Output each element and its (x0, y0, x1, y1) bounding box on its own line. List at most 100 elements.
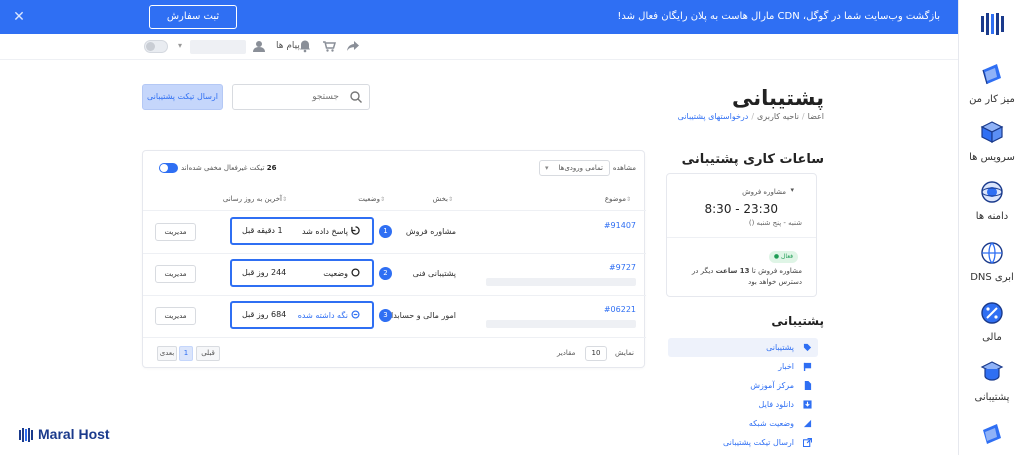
ticket-status: نگه داشته شده (298, 310, 360, 320)
ticket-id-link[interactable]: #91407 (604, 221, 636, 230)
status-highlight-box: پاسخ داده شد 1 دقیقه قبل (230, 217, 374, 245)
breadcrumb: اعضا/ناحیه کاربری/درخواستهای پشتیبانی (677, 112, 824, 121)
support-menu: پشتیبانی اخبار مرکز آموزش دانلود فایل وض… (668, 338, 818, 452)
sidebar-item-domains[interactable]: دامنه ها (959, 177, 1024, 223)
sidebar-item-finance[interactable]: مالی (959, 298, 1024, 344)
availability-note: مشاوره فروش تا 13 ساعت دیگر در دسترس خوا… (691, 267, 802, 286)
dns-icon (981, 242, 1003, 264)
items-label: مقادیر (557, 349, 576, 357)
support-menu-item-network-status[interactable]: وضعیت شبکه (668, 414, 818, 433)
hours-time: 8:30 - 23:30 (704, 202, 779, 216)
banner-message: بازگشت وب‌سایت شما در گوگل، CDN مارال ها… (617, 11, 940, 22)
main-sidebar: میز کار من سرویس ها دامنه ها DNS ابری ما… (958, 0, 1024, 455)
send-ticket-button[interactable]: ارسال تیکت پشتیبانی (142, 84, 223, 110)
dashboard-icon (982, 64, 1001, 85)
globe-icon (981, 181, 1003, 203)
column-header-subject[interactable]: ⇕موضوع (605, 195, 634, 203)
caret-down-icon[interactable]: ▾ (790, 186, 794, 194)
finance-icon (981, 302, 1003, 324)
view-label: مشاهده (612, 164, 636, 172)
ticket-id-link[interactable]: #06221 (604, 305, 636, 314)
sidebar-item-services[interactable]: سرویس ها (959, 118, 1024, 164)
maral-host-logo-icon[interactable] (978, 10, 1006, 38)
user-icon[interactable] (252, 39, 266, 53)
table-row[interactable]: #91407 مشاوره فروش 1 پاسخ داده شد 1 دقیق… (143, 212, 646, 254)
search-icon[interactable] (349, 90, 363, 104)
promo-banner: ✕ ثبت سفارش بازگشت وب‌سایت شما در گوگل، … (0, 0, 958, 34)
tickets-table-header: ⇕موضوع ⇕بخش ⇕وضعیت ⇕آخرین به روز رسانی (143, 189, 646, 211)
sidebar-item-more[interactable] (959, 420, 1024, 454)
messages-link[interactable]: پیام ها (276, 41, 300, 51)
support-menu-item-support[interactable]: پشتیبانی (668, 338, 818, 357)
ticket-id-link[interactable]: #9727 (609, 263, 636, 272)
sidebar-item-dashboard[interactable]: میز کار من (959, 60, 1024, 106)
file-icon (804, 381, 812, 390)
breadcrumb-item[interactable]: اعضا (808, 112, 824, 121)
ticket-department: مشاوره فروش (405, 227, 456, 236)
ticket-subject (486, 278, 636, 286)
hours-days: شنبه - پنج شنبه () (748, 219, 802, 227)
support-menu-item-send-ticket[interactable]: ارسال تیکت پشتیبانی (668, 433, 818, 452)
ticket-subject (486, 320, 636, 328)
per-page-select[interactable]: 10 (585, 346, 607, 361)
circle-icon (351, 268, 360, 277)
ticket-status: وضعیت (323, 268, 360, 278)
next-page-button[interactable]: بعدی (157, 346, 177, 361)
status-highlight-box: نگه داشته شده 684 روز قبل (230, 301, 374, 329)
flag-icon (803, 362, 812, 371)
view-filter-select[interactable]: تمامی ورودی‌ها ▾ (539, 160, 610, 176)
top-toolbar: ▾ پیام ها (0, 34, 958, 60)
maral-host-logo-icon (19, 428, 33, 442)
hours-department-select[interactable]: مشاوره فروش (742, 188, 786, 196)
user-name (190, 40, 246, 54)
show-label: نمایش (614, 349, 634, 357)
close-banner-icon[interactable]: ✕ (10, 8, 28, 26)
hidden-tickets-count: 26 تیکت غیرفعال مخفی شده‌اند (181, 164, 277, 172)
manage-ticket-button[interactable]: مدیریت (155, 307, 196, 325)
sidebar-item-support[interactable]: پشتیبانی (959, 358, 1024, 404)
page-number-button[interactable]: 1 (179, 346, 193, 361)
share-icon[interactable] (346, 39, 360, 53)
ticket-last-updated: 244 روز قبل (242, 268, 287, 277)
column-header-last-updated[interactable]: ⇕آخرین به روز رسانی (223, 195, 290, 203)
search-input[interactable] (239, 85, 339, 109)
support-menu-item-news[interactable]: اخبار (668, 357, 818, 376)
ticket-status: پاسخ داده شد (302, 226, 360, 236)
reply-icon (351, 226, 360, 235)
bell-icon[interactable] (298, 39, 312, 53)
ticket-last-updated: 684 روز قبل (242, 310, 287, 319)
ticket-last-updated: 1 دقیقه قبل (242, 226, 283, 235)
signal-icon (803, 419, 812, 428)
hours-card: مشاوره فروش ▾ 8:30 - 23:30 شنبه - پنج شن… (666, 173, 817, 297)
search-box (232, 84, 370, 110)
mode-toggle[interactable] (144, 40, 168, 53)
hours-title: ساعات کاری پشتیبانی (681, 152, 824, 167)
breadcrumb-item[interactable]: ناحیه کاربری (757, 112, 799, 121)
ticket-department: پشتیبانی فنی (412, 269, 456, 278)
support-menu-item-learning[interactable]: مرکز آموزش (668, 376, 818, 395)
column-header-department[interactable]: ⇕بخش (433, 195, 456, 203)
prev-page-button[interactable]: قبلی (196, 346, 220, 361)
manage-ticket-button[interactable]: مدیریت (155, 223, 196, 241)
ticket-department: امور مالی و حسابداری (380, 311, 456, 320)
page-title: پشتیبانی (732, 86, 824, 110)
table-row[interactable]: #06221 امور مالی و حسابداری 3 نگه داشته … (143, 296, 646, 338)
download-icon (803, 400, 812, 409)
support-menu-item-download[interactable]: دانلود فایل (668, 395, 818, 414)
column-header-status[interactable]: ⇕وضعیت (358, 195, 388, 203)
dashboard-icon (983, 424, 1001, 444)
chevron-down-icon[interactable]: ▾ (178, 41, 182, 50)
external-link-icon (803, 438, 812, 447)
services-icon (980, 121, 1004, 143)
order-button[interactable]: ثبت سفارش (149, 5, 237, 29)
manage-ticket-button[interactable]: مدیریت (155, 265, 196, 283)
annotation-number: 2 (379, 267, 392, 280)
annotation-number: 3 (379, 309, 392, 322)
app-root: ✕ ثبت سفارش بازگشت وب‌سایت شما در گوگل، … (0, 0, 1024, 455)
annotation-number: 1 (379, 225, 392, 238)
support-menu-title: پشتیبانی (771, 314, 824, 328)
table-row[interactable]: #9727 پشتیبانی فنی 2 وضعیت 244 روز قبل م… (143, 254, 646, 296)
sidebar-item-cloud-dns[interactable]: DNS ابری (959, 238, 1024, 284)
cart-icon[interactable] (322, 39, 336, 53)
show-hidden-toggle[interactable] (159, 163, 178, 173)
